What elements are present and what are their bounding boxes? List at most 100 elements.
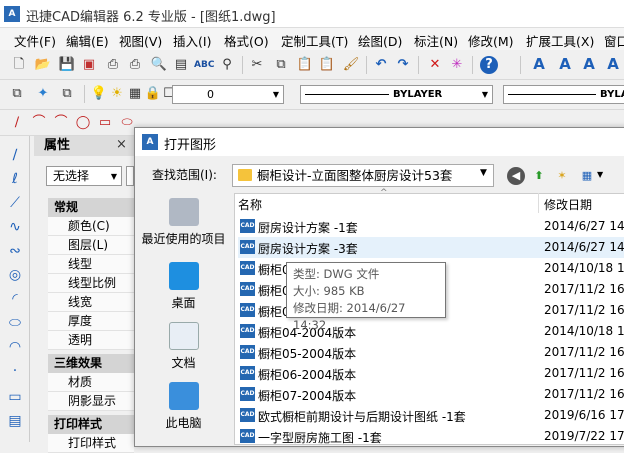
prop-color[interactable]: 颜色(C) — [48, 217, 134, 236]
line-tool-icon[interactable]: ∕ — [6, 146, 24, 164]
menu-window[interactable]: 窗口 — [604, 31, 624, 50]
menu-extension-tools[interactable]: 扩展工具(X) — [526, 31, 594, 50]
place-recent[interactable]: 最近使用的项目 — [137, 198, 230, 247]
circle-tool-icon[interactable]: ◎ — [6, 266, 24, 284]
copy-icon[interactable]: ⧉ — [272, 56, 290, 74]
column-separator[interactable] — [538, 193, 539, 213]
file-date: 2014/6/27 14 — [544, 240, 624, 254]
ellipse-arc-icon[interactable]: ◠ — [6, 338, 24, 356]
new-folder-icon[interactable]: ✶ — [553, 167, 571, 185]
explode-icon[interactable]: ✳ — [448, 56, 466, 74]
column-header-date[interactable]: 修改日期 — [544, 196, 592, 213]
plot-icon[interactable]: ⎙ — [126, 56, 144, 74]
lightbulb-icon[interactable]: 💡 — [90, 85, 108, 103]
menu-file[interactable]: 文件(F) — [14, 31, 56, 50]
menu-format[interactable]: 格式(O) — [224, 31, 269, 50]
spellcheck-icon[interactable]: ABC — [194, 56, 214, 74]
point-icon[interactable]: · — [6, 362, 24, 380]
rectangle-icon[interactable]: ▭ — [96, 114, 114, 132]
help-icon[interactable]: ? — [480, 56, 498, 74]
single-line-text-icon[interactable]: A — [556, 55, 574, 73]
polyline-icon[interactable]: ⌒ — [52, 114, 70, 132]
prop-shadow-display[interactable]: 阴影显示 — [48, 392, 134, 411]
place-computer[interactable]: 此电脑 — [137, 382, 230, 431]
file-row[interactable]: CAD 橱柜06-2004版本 2017/11/2 16: — [238, 363, 624, 384]
prop-material[interactable]: 材质 — [48, 373, 134, 392]
arc-tool-icon[interactable]: ◜ — [6, 290, 24, 308]
chevron-down-icon[interactable]: ▼ — [480, 168, 487, 178]
polyline-tool-icon[interactable]: ℓ — [6, 170, 24, 188]
menu-modify[interactable]: 修改(M) — [468, 31, 514, 50]
file-row[interactable]: CAD 一字型厨房施工图 -1套 2019/7/22 17: — [238, 426, 624, 447]
construction-line-icon[interactable]: ⟋ — [6, 194, 24, 212]
prop-layer[interactable]: 图层(L) — [48, 236, 134, 255]
prop-transparency[interactable]: 透明 — [48, 331, 134, 350]
menu-edit[interactable]: 编辑(E) — [66, 31, 109, 50]
export-icon[interactable]: ▣ — [80, 56, 98, 74]
lineweight-dropdown[interactable]: BYLA — [503, 85, 624, 104]
menu-custom-tools[interactable]: 定制工具(T) — [281, 31, 348, 50]
menu-dimension[interactable]: 标注(N) — [414, 31, 458, 50]
layer-previous-icon[interactable]: ⧉ — [58, 85, 76, 103]
layer-dropdown[interactable]: 0 ▼ — [172, 85, 284, 104]
paste-icon[interactable]: 📋 — [296, 56, 314, 74]
file-row[interactable]: CAD 橱柜07-2004版本 2017/11/2 16: — [238, 384, 624, 405]
file-row[interactable]: CAD 欧式橱柜前期设计与后期设计图纸 -1套 2019/6/16 17: — [238, 405, 624, 426]
menu-insert[interactable]: 插入(I) — [173, 31, 211, 50]
props-group-general[interactable]: 常规 — [48, 198, 134, 217]
file-row[interactable]: CAD 橱柜05-2004版本 2017/11/2 16: — [238, 342, 624, 363]
rectangle-tool-icon[interactable]: ▭ — [6, 388, 24, 406]
save-icon[interactable]: 💾 — [58, 56, 76, 74]
prop-plot-style[interactable]: 打印样式 — [48, 434, 134, 453]
curve-icon[interactable]: ∾ — [6, 242, 24, 260]
menu-draw[interactable]: 绘图(D) — [358, 31, 402, 50]
line-icon[interactable]: ∕ — [8, 114, 26, 132]
delete-icon[interactable]: ✕ — [426, 56, 444, 74]
layer-color-icon[interactable]: ▦ — [126, 85, 144, 103]
layer-manager-icon[interactable]: ⧉ — [8, 85, 26, 103]
menu-view[interactable]: 视图(V) — [119, 31, 162, 50]
selection-dropdown[interactable]: 无选择 ▼ — [46, 166, 122, 186]
find-icon[interactable]: ⚲ — [218, 56, 236, 74]
props-group-3d-effects[interactable]: 三维效果 — [48, 354, 134, 373]
text-style-icon[interactable]: A — [530, 55, 548, 73]
linetype-dropdown[interactable]: BYLAYER ▼ — [300, 85, 493, 104]
new-file-icon[interactable]: 🗋 — [10, 56, 28, 74]
up-folder-icon[interactable]: ⬆ — [530, 167, 548, 185]
prop-linetype[interactable]: 线型 — [48, 255, 134, 274]
props-group-plot-style[interactable]: 打印样式 — [48, 415, 134, 434]
arc-icon[interactable]: ⌒ — [30, 114, 48, 132]
file-row[interactable]: CAD 厨房设计方案 -3套 2014/6/27 14 — [238, 237, 624, 258]
file-row[interactable]: CAD 厨房设计方案 -1套 2014/6/27 14 — [238, 216, 624, 237]
undo-icon[interactable]: ↶ — [372, 56, 390, 74]
prop-thickness[interactable]: 厚度 — [48, 312, 134, 331]
layer-state-icon[interactable]: ✦ — [34, 85, 52, 103]
spline-icon[interactable]: ∿ — [6, 218, 24, 236]
print-icon[interactable]: ⎙ — [104, 56, 122, 74]
print-preview-icon[interactable]: 🔍 — [150, 56, 168, 74]
quick-select-button[interactable] — [126, 166, 134, 186]
sun-icon[interactable]: ☀ — [108, 85, 126, 103]
cut-icon[interactable]: ✂ — [248, 56, 266, 74]
back-icon[interactable]: ◀ — [507, 167, 525, 185]
chevron-down-icon[interactable]: ▼ — [597, 170, 603, 179]
circle-icon[interactable]: ◯ — [74, 114, 92, 132]
multiline-text-icon[interactable]: A — [580, 55, 598, 73]
prop-linetype-scale[interactable]: 线型比例 — [48, 274, 134, 293]
hatch-icon[interactable]: ▤ — [6, 412, 24, 430]
publish-icon[interactable]: ▤ — [172, 56, 190, 74]
match-properties-icon[interactable]: 🖌 — [342, 56, 360, 74]
redo-icon[interactable]: ↷ — [394, 56, 412, 74]
view-menu-icon[interactable]: ▦ — [578, 167, 596, 185]
prop-lineweight[interactable]: 线宽 — [48, 293, 134, 312]
paste-special-icon[interactable]: 📋 — [318, 56, 336, 74]
edit-text-icon[interactable]: A — [604, 55, 622, 73]
place-desktop[interactable]: 桌面 — [137, 262, 230, 311]
place-documents[interactable]: 文档 — [137, 322, 230, 371]
close-icon[interactable]: × — [116, 137, 130, 153]
dialog-title: 打开图形 — [164, 138, 217, 153]
open-folder-icon[interactable]: 📂 — [34, 56, 52, 74]
look-in-dropdown[interactable]: 橱柜设计-立面图整体厨房设计53套 — [232, 164, 494, 187]
ellipse-tool-icon[interactable]: ⬭ — [6, 314, 24, 332]
column-header-name[interactable]: 名称 — [238, 196, 262, 213]
